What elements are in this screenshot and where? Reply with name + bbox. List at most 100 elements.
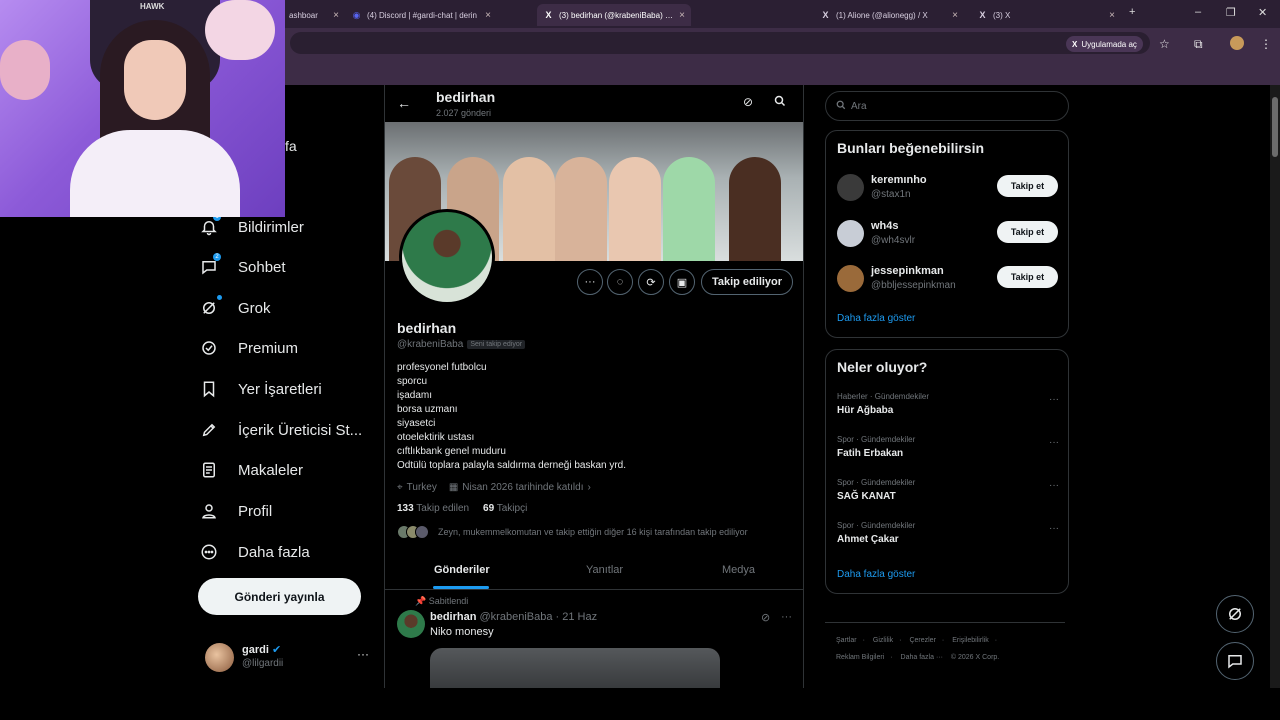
profile-name: bedirhan — [397, 320, 457, 336]
show-more-link[interactable]: Daha fazla göster — [837, 569, 915, 580]
nav-premium[interactable]: Premium — [198, 330, 298, 366]
footer-link[interactable]: Reklam Bilgileri — [836, 654, 884, 661]
nav-grok[interactable]: Grok — [198, 290, 271, 326]
trend-more-icon[interactable]: ··· — [1049, 523, 1059, 534]
subscribe-icon[interactable]: ▣ — [669, 269, 695, 295]
bio-line: otoelektirik ustası — [397, 432, 475, 443]
notify-icon[interactable]: ⟳ — [638, 269, 664, 295]
tab-close-icon[interactable]: × — [952, 10, 958, 21]
footer-link[interactable]: Şartlar — [836, 637, 857, 644]
browser-tab-x[interactable]: X (3) X × — [971, 4, 1121, 26]
tab-media[interactable]: Medya — [722, 564, 755, 576]
calendar-icon: ▦ — [448, 482, 459, 493]
trend-item[interactable]: Spor · Gündemdekiler Ahmet Çakar ··· — [837, 521, 1059, 551]
browser-tab[interactable]: ashboar × — [283, 4, 345, 26]
streamer-face — [124, 40, 186, 120]
suggestion-item[interactable]: keremınho @stax1n Takip et — [837, 172, 1059, 206]
profile-avatar[interactable] — [399, 209, 495, 305]
new-tab-icon[interactable]: + — [1129, 6, 1135, 18]
footer-link[interactable]: Erişilebilirlik — [952, 637, 989, 644]
follow-button[interactable]: Takip et — [997, 266, 1058, 288]
bio-line: siyasetci — [397, 418, 436, 429]
more-dots-icon[interactable]: ··· — [357, 647, 369, 661]
footer-link[interactable]: Çerezler — [909, 637, 935, 644]
banner-figure — [729, 157, 781, 261]
avatar — [837, 265, 864, 292]
following-button[interactable]: Takip ediliyor — [701, 269, 793, 295]
browser-tab-active[interactable]: X (3) bedirhan (@krabeniBaba) / X × — [537, 4, 691, 26]
streamer-body — [70, 130, 240, 217]
trend-item[interactable]: Spor · Gündemdekiler Fatih Erbakan ··· — [837, 435, 1059, 465]
more-options-icon[interactable]: ··· — [577, 269, 603, 295]
url-box[interactable] — [290, 32, 1150, 54]
grok-dot — [217, 295, 222, 300]
follow-button[interactable]: Takip et — [997, 221, 1058, 243]
open-in-app-chip[interactable]: X Uygulamada aç — [1066, 36, 1143, 52]
post-media[interactable] — [430, 648, 720, 688]
copyright: © 2026 X Corp. — [950, 654, 1000, 661]
footer-link[interactable]: Daha fazla ··· — [901, 654, 943, 661]
nav-profile[interactable]: Profil — [198, 493, 272, 529]
extensions-icon[interactable]: ⧉ — [1194, 37, 1203, 52]
grok-chat-icon[interactable]: ◌ — [607, 269, 633, 295]
tab-close-icon[interactable]: × — [333, 10, 339, 21]
post-author[interactable]: bedirhan — [430, 611, 476, 623]
followers-count: 69 — [483, 503, 495, 514]
trend-more-icon[interactable]: ··· — [1049, 394, 1059, 405]
grok-icon[interactable]: ⊘ — [761, 611, 770, 624]
tab-title: (4) Discord | #gardi-chat | derin — [367, 10, 477, 20]
chevron-right-icon[interactable]: › — [587, 482, 590, 493]
close-window-icon[interactable]: ✕ — [1258, 6, 1267, 19]
browser-tab-discord[interactable]: ◉ (4) Discord | #gardi-chat | derin × — [345, 4, 497, 26]
minimize-icon[interactable]: – — [1195, 6, 1201, 18]
grok-fab-icon[interactable] — [1216, 595, 1254, 633]
following-link[interactable]: 133 Takip edilen — [397, 503, 469, 514]
search-icon[interactable] — [774, 95, 786, 110]
suggestion-item[interactable]: wh4s @wh4svlr Takip et — [837, 218, 1059, 252]
grok-icon[interactable]: ⊘ — [743, 95, 753, 109]
bookmark-star-icon[interactable]: ☆ — [1159, 37, 1170, 51]
followers-link[interactable]: 69 Takipçi — [483, 503, 527, 514]
restore-icon[interactable]: ❐ — [1226, 6, 1236, 19]
tab-close-icon[interactable]: × — [679, 10, 685, 21]
messages-fab-icon[interactable] — [1216, 642, 1254, 680]
header-profile-name: bedirhan — [436, 89, 496, 105]
back-arrow-icon[interactable]: ← — [397, 95, 411, 111]
search-box[interactable] — [825, 91, 1069, 121]
tab-close-icon[interactable]: × — [1109, 10, 1115, 21]
avatar[interactable] — [397, 610, 425, 638]
trend-item[interactable]: Spor · Gündemdekiler SAĞ KANAT ··· — [837, 478, 1059, 508]
tab-close-icon[interactable]: × — [485, 10, 491, 21]
bio-line: işadamı — [397, 390, 433, 401]
nav-chat[interactable]: 2 Sohbet — [198, 249, 286, 285]
footer-link[interactable]: Gizlilik — [873, 637, 893, 644]
nav-more[interactable]: Daha fazla — [198, 534, 310, 570]
nav-articles[interactable]: Makaleler — [198, 452, 303, 488]
suggestion-item[interactable]: jessepinkman @bbljessepinkman Takip et — [837, 263, 1059, 297]
divider — [825, 622, 1065, 623]
nav-bookmarks[interactable]: Yer İşaretleri — [198, 371, 322, 407]
post-button[interactable]: Gönderi yayınla — [198, 578, 361, 615]
browser-menu-icon[interactable]: ⋮ — [1260, 37, 1272, 51]
post-more-icon[interactable]: ··· — [781, 611, 792, 623]
search-input[interactable] — [851, 100, 1051, 112]
plush-toy — [0, 40, 50, 100]
scrollbar-thumb[interactable] — [1272, 97, 1278, 157]
trend-item[interactable]: Haberler · Gündemdekiler Hür Ağbaba ··· — [837, 392, 1059, 422]
tab-posts[interactable]: Gönderiler — [434, 564, 490, 576]
nav-label: Premium — [238, 339, 299, 357]
trend-more-icon[interactable]: ··· — [1049, 480, 1059, 491]
follow-button[interactable]: Takip et — [997, 175, 1058, 197]
account-switcher[interactable]: gardi ✔ @lilgardii ··· — [205, 641, 375, 675]
mutual-followers[interactable]: Zeyn, mukemmelkomutan ve takip ettiğin d… — [397, 525, 748, 539]
trend-category: Haberler · Gündemdekiler — [837, 392, 930, 401]
trend-more-icon[interactable]: ··· — [1049, 437, 1059, 448]
page-scrollbar[interactable] — [1270, 85, 1280, 688]
tab-replies[interactable]: Yanıtlar — [586, 564, 623, 576]
browser-tab-alione[interactable]: X (1) Alione (@alionegg) / X × — [814, 4, 964, 26]
nav-creator-studio[interactable]: İçerik Üreticisi St... — [198, 412, 362, 448]
pinned-text: Sabitlendi — [428, 596, 469, 606]
browser-avatar[interactable] — [1230, 36, 1244, 50]
plush-toy — [205, 0, 275, 60]
show-more-link[interactable]: Daha fazla göster — [837, 313, 915, 324]
